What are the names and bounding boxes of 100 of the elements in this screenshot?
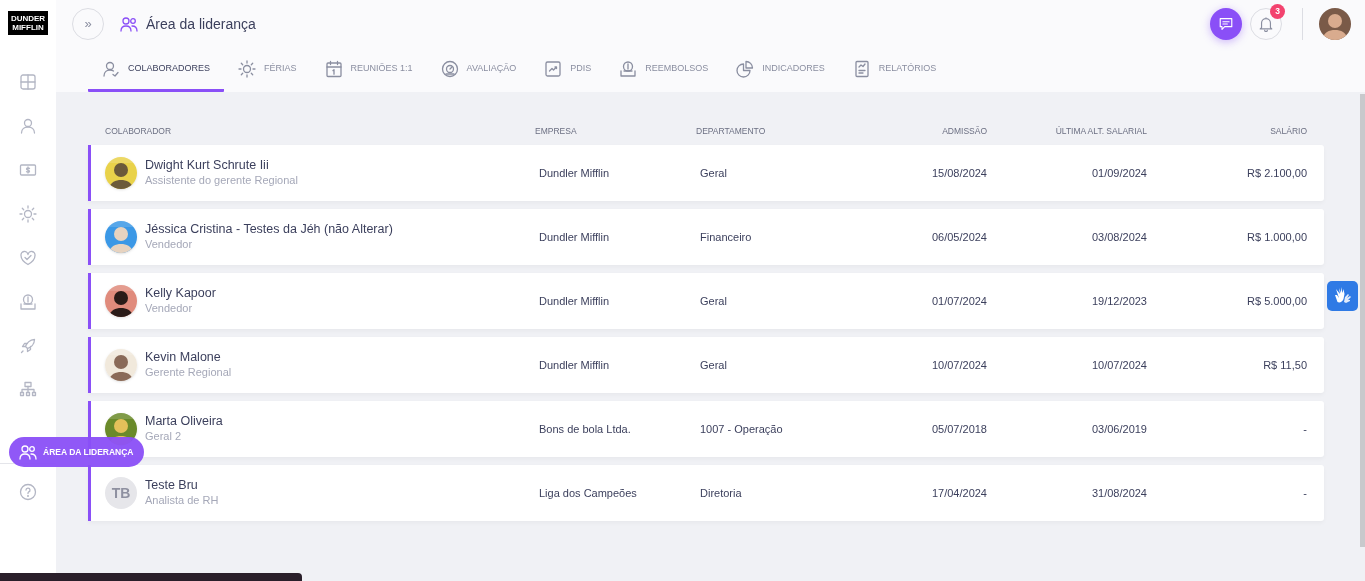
employee-name: Kelly Kapoor [145,286,216,301]
table-row[interactable]: Dwight Kurt Schrute Iii Assistente do gerente Regional Dundler Mifflin Geral 15/08/2024 01/09/2024 R$ 2.100,00 [88,145,1324,201]
notification-badge: 3 [1270,4,1285,19]
column-header: COLABORADOR [105,125,173,138]
scrollbar[interactable] [1360,94,1365,547]
employee-name: Dwight Kurt Schrute Iii [145,158,270,173]
accessibility-button[interactable] [1327,281,1358,311]
pie-chart-icon [736,59,755,78]
table-row[interactable]: Kelly Kapoor Vendedor Dundler Mifflin Geral 01/07/2024 19/12/2023 R$ 5.000,00 [88,273,1324,329]
table-cell-text: Dundler Mifflin [538,357,611,373]
tab[interactable]: AVALIAÇÃO [426,48,531,92]
table-cell-text: 1007 - Operação [699,421,784,437]
report-icon [852,59,871,78]
nav-button[interactable] [19,205,37,223]
tab[interactable]: REUNIÕES 1:1 [310,48,427,92]
tab[interactable]: COLABORADORES [88,48,225,92]
sun-icon [238,59,257,78]
org-chart-icon [19,381,37,399]
chart-icon [544,59,563,78]
employee-role: Vendedor [145,301,194,316]
table-cell-text: Bons de bola Ltda. [538,421,632,437]
table-cell-text: 03/06/2019 [1090,421,1147,437]
help-icon [19,483,37,501]
table-cell-text: - [1302,421,1307,437]
grid-icon [19,73,37,91]
table-cell-text: R$ 5.000,00 [1246,293,1307,309]
nav-button[interactable] [19,249,37,267]
table-cell-text: 17/04/2024 [930,485,987,501]
table-cell-text: Diretoria [699,485,743,501]
table-cell-text: R$ 2.100,00 [1246,165,1307,181]
avatar: TB [105,477,137,509]
table-cell-text: Geral [699,357,728,373]
table-row[interactable]: TB Teste Bru Analista de RH Liga dos Campeões Diretoria 17/04/2024 31/08/2024 - [88,465,1324,521]
logo-text: DUNDER [10,14,46,23]
table-cell-text: 01/09/2024 [1090,165,1147,181]
employee-role: Gerente Regional [145,365,232,380]
table-cell-text: 03/08/2024 [1090,229,1147,245]
logo-text: MIFFLIN [12,23,44,32]
employee-name: Marta Oliveira [145,414,223,429]
table-cell-text: 31/08/2024 [1090,485,1147,501]
table-cell-text: R$ 11,50 [1262,357,1307,373]
people-icon [120,15,138,33]
table-cell-text: 10/07/2024 [930,357,987,373]
tab[interactable]: REEMBOLSOS [605,48,723,92]
user-icon [19,117,37,135]
tab[interactable]: PDIS [530,48,606,92]
table-cell-text: Dundler Mifflin [538,165,611,181]
column-header: ÚLTIMA ALT. SALARIAL [1054,125,1147,138]
table-cell-text: Financeiro [699,229,753,245]
employee-name: Teste Bru [145,478,199,493]
table-cell-text: 01/07/2024 [930,293,987,309]
sun-icon [19,205,37,223]
table-cell-text: 10/07/2024 [1090,357,1147,373]
table-cell-text: 19/12/2023 [1090,293,1147,309]
table-cell-text: 05/07/2018 [930,421,987,437]
table-cell-text: Dundler Mifflin [538,229,611,245]
heart-icon [19,249,37,267]
table-row[interactable]: Jéssica Cristina - Testes da Jéh (não Alterar) Vendedor Dundler Mifflin Financeiro 06/05/2024 03/08/2024 R$ 1.000,00 [88,209,1324,265]
nav-button[interactable] [19,337,37,355]
people-icon [19,443,37,461]
gauge-icon [440,59,459,78]
employee-role: Geral 2 [145,429,183,444]
table-cell-text: Geral [699,165,728,181]
banknote-icon [19,161,37,179]
column-header: ADMISSÃO [941,125,987,138]
chat-icon [1218,16,1234,32]
page-title: Área da liderança [146,14,256,34]
profile-avatar[interactable] [1319,8,1351,40]
table-cell-text: 15/08/2024 [930,165,987,181]
employee-role: Assistente do gerente Regional [145,173,298,188]
tab[interactable]: RELATÓRIOS [838,48,951,92]
employee-name: Jéssica Cristina - Testes da Jéh (não Alterar) [145,222,393,237]
table-cell-text: Liga dos Campeões [538,485,638,501]
nav-button[interactable] [19,117,37,135]
tab[interactable]: FÉRIAS [224,48,311,92]
column-header: DEPARTAMENTO [696,125,767,138]
table-cell-text: Dundler Mifflin [538,293,611,309]
table-cell-text: R$ 1.000,00 [1246,229,1307,245]
table-cell-text: - [1302,485,1307,501]
table-row[interactable]: Kevin Malone Gerente Regional Dundler Mifflin Geral 10/07/2024 10/07/2024 R$ 11,50 [88,337,1324,393]
chat-button[interactable] [1210,8,1242,40]
tab[interactable]: INDICADORES [722,48,839,92]
employee-role: Analista de RH [145,493,219,508]
employee-role: Vendedor [145,237,194,252]
nav-button[interactable] [19,381,37,399]
table-cell-text: 06/05/2024 [930,229,987,245]
nav-button[interactable] [19,293,37,311]
user-check-icon [102,59,120,78]
table-cell-text: Geral [699,293,728,309]
nav-button[interactable] [19,161,37,179]
help-button[interactable] [19,483,37,501]
employee-name: Kevin Malone [145,350,222,365]
bell-icon [1258,16,1274,32]
money-box-icon [19,293,37,311]
nav-button[interactable] [19,73,37,91]
money-box-icon [619,59,638,78]
column-header: EMPRESA [535,125,578,138]
calendar-icon [324,59,343,78]
column-header: SALÁRIO [1269,125,1307,138]
rocket-icon [19,337,37,355]
